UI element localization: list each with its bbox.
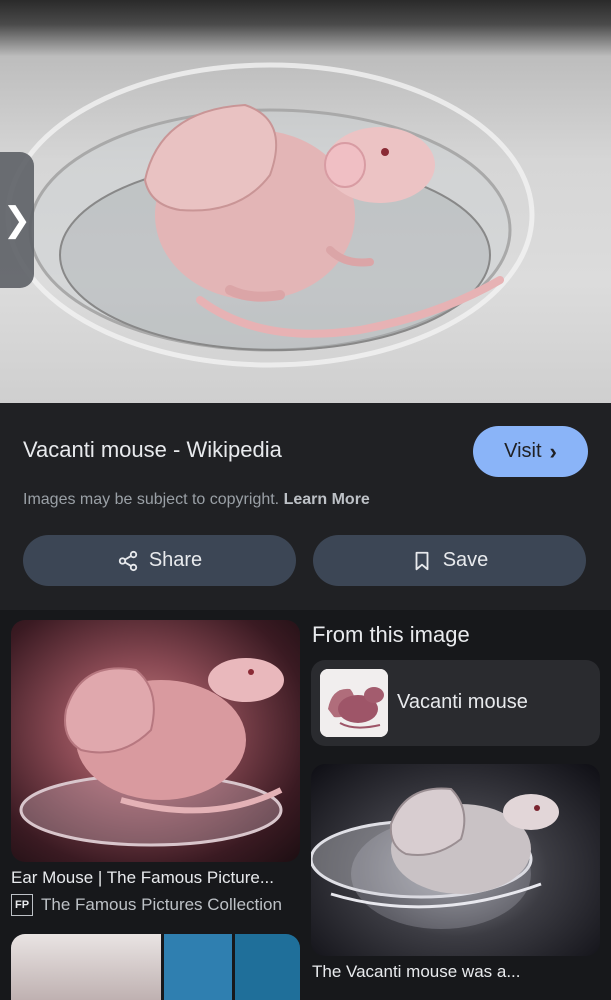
chevron-right-icon: ❯ [2,201,32,239]
ear-mouse-photo [19,658,284,847]
source-logo-icon: FP [11,894,33,916]
copyright-notice: Images may be subject to copyright. Lear… [23,491,370,509]
copyright-text: Images may be subject to copyright. [23,491,280,508]
learn-more-link[interactable]: Learn More [284,491,370,508]
related-caption[interactable]: Ear Mouse | The Famous Picture... [11,868,301,888]
result-title[interactable]: Vacanti mouse - Wikipedia [23,437,282,463]
thumbnail-image [11,934,161,1000]
save-button[interactable]: Save [313,535,586,586]
vacanti-mouse-photo [311,787,559,929]
from-this-image-heading: From this image [312,622,470,647]
thumbnail-image [164,934,232,1000]
share-button[interactable]: Share [23,535,296,586]
related-image-ear-mouse[interactable] [11,620,300,862]
related-source[interactable]: FP The Famous Pictures Collection [11,894,282,916]
save-label: Save [442,549,489,571]
chevron-right-icon: › [549,438,557,464]
side-panel-toggle[interactable]: ❯ [0,152,34,288]
visit-button[interactable]: Visit › [473,426,588,477]
thumbnail-image [235,934,300,1000]
entity-thumbnail [320,669,388,737]
share-icon [118,550,137,571]
mouse-drawing-icon [320,669,388,737]
share-label: Share [148,549,203,571]
from-image-photo[interactable] [311,764,600,956]
related-source-name: The Famous Pictures Collection [41,895,282,914]
visit-label: Visit [504,440,542,462]
entity-label: Vacanti mouse [397,691,528,713]
from-image-caption[interactable]: The Vacanti mouse was a... [312,962,521,982]
bookmark-icon [415,551,429,570]
related-image-collage[interactable] [11,934,300,1000]
main-image[interactable]: ❯ [0,0,611,403]
vacanti-mouse-photo [5,62,535,368]
